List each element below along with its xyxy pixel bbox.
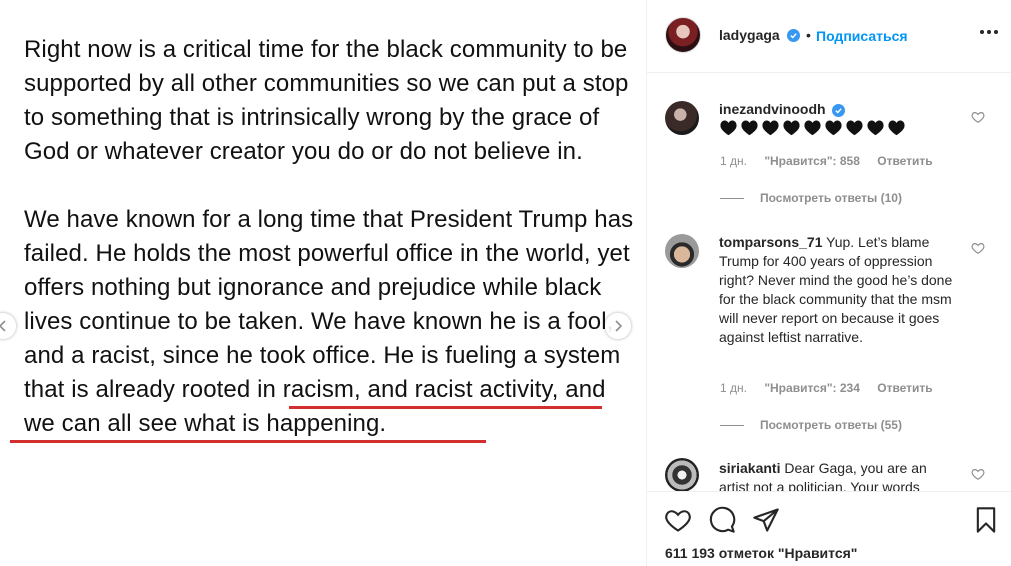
black-hearts-emoji: [719, 119, 908, 139]
black-heart-icon: [867, 120, 884, 136]
verified-badge-icon: [787, 29, 800, 42]
comment-body: tomparsons_71 Yup. Let’s blame Trump for…: [719, 233, 959, 347]
replies-divider: [720, 425, 744, 427]
share-paper-plane-icon[interactable]: [752, 506, 780, 534]
verified-badge-icon: [832, 104, 846, 117]
post-likes-count[interactable]: 611 193 отметок "Нравится": [665, 545, 857, 561]
comment-meta: 1 дн. "Нравится": 858 Ответить: [720, 154, 947, 168]
commenter-username[interactable]: inezandvinoodh: [719, 101, 826, 117]
comment-meta: 1 дн. "Нравится": 234 Ответить: [720, 381, 947, 395]
chevron-right-icon: [615, 320, 623, 332]
black-heart-icon: [846, 120, 863, 136]
save-bookmark-icon[interactable]: [972, 506, 1000, 534]
replies-divider: [720, 198, 744, 200]
separator-dot: •: [806, 27, 811, 43]
black-heart-icon: [888, 120, 905, 136]
view-replies-button[interactable]: Посмотреть ответы (10): [720, 191, 902, 205]
comments-list: inezandvinoodh 1 дн. "Нравится": 858 Отв…: [647, 73, 1011, 491]
comment-like-count[interactable]: "Нравится": 858: [764, 154, 860, 168]
comment-icon[interactable]: [708, 506, 736, 534]
reply-button[interactable]: Ответить: [877, 154, 932, 168]
commenter-avatar[interactable]: [665, 101, 699, 135]
like-comment-heart-icon[interactable]: [971, 467, 985, 481]
follow-button[interactable]: Подписаться: [816, 28, 908, 44]
commenter-avatar[interactable]: [665, 234, 699, 268]
post-header: ladygaga • Подписаться: [647, 0, 1011, 73]
post-side-panel: ladygaga • Подписаться inezandvinoodh 1 …: [646, 0, 1011, 566]
red-underline: [10, 440, 486, 443]
black-heart-icon: [741, 120, 758, 136]
author-username[interactable]: ladygaga: [719, 27, 780, 43]
black-heart-icon: [804, 120, 821, 136]
commenter-username[interactable]: tomparsons_71: [719, 234, 822, 250]
view-replies-button[interactable]: Посмотреть ответы (55): [720, 418, 902, 432]
view-replies-label: Посмотреть ответы (55): [760, 418, 902, 432]
post-statement: Right now is a critical time for the bla…: [24, 33, 634, 441]
comment-time[interactable]: 1 дн.: [720, 154, 747, 168]
red-underline: [289, 406, 602, 409]
like-comment-heart-icon[interactable]: [971, 110, 985, 124]
comment-like-count[interactable]: "Нравится": 234: [764, 381, 860, 395]
comment-body: siriakanti Dear Gaga, you are an artist …: [719, 459, 959, 491]
commenter-avatar[interactable]: [665, 458, 699, 491]
black-heart-icon: [762, 120, 779, 136]
commenter-username[interactable]: siriakanti: [719, 460, 780, 476]
post-image: Right now is a critical time for the bla…: [0, 0, 646, 566]
comment-text: Yup. Let’s blame Trump for 400 years of …: [719, 234, 953, 345]
black-heart-icon: [720, 120, 737, 136]
black-heart-icon: [825, 120, 842, 136]
comment-body: inezandvinoodh: [719, 100, 969, 139]
chevron-left-icon: [0, 320, 6, 332]
comment-time[interactable]: 1 дн.: [720, 381, 747, 395]
reply-button[interactable]: Ответить: [877, 381, 932, 395]
post-actions-bar: 611 193 отметок "Нравится": [647, 491, 1011, 566]
like-comment-heart-icon[interactable]: [971, 241, 985, 255]
author-avatar[interactable]: [665, 17, 701, 53]
post-paragraph-1: Right now is a critical time for the bla…: [24, 36, 629, 165]
more-options-icon[interactable]: [980, 30, 998, 36]
black-heart-icon: [783, 120, 800, 136]
view-replies-label: Посмотреть ответы (10): [760, 191, 902, 205]
previous-image-button[interactable]: [0, 313, 16, 339]
like-heart-icon[interactable]: [664, 506, 692, 534]
next-image-button[interactable]: [605, 313, 631, 339]
